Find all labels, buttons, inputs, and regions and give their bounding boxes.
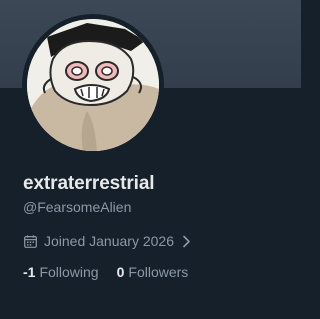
following-link[interactable]: -1 Following — [23, 264, 99, 280]
joined-date-row[interactable]: Joined January 2026 — [23, 231, 191, 251]
followers-label: Followers — [128, 264, 189, 280]
followers-count: 0 — [116, 264, 125, 280]
avatar[interactable] — [27, 19, 159, 151]
joined-date-text: Joined January 2026 — [44, 233, 174, 249]
following-count: -1 — [23, 264, 36, 280]
avatar-image — [27, 19, 159, 151]
followers-link[interactable]: 0 Followers — [117, 264, 189, 280]
profile-header: extraterrestrial @FearsomeAlien Joined J… — [0, 0, 301, 319]
user-handle: @FearsomeAlien — [23, 199, 132, 215]
following-label: Following — [39, 264, 99, 280]
display-name: extraterrestrial — [23, 173, 155, 194]
chevron-right-icon — [182, 235, 191, 248]
follow-stats: -1 Following 0 Followers — [23, 264, 188, 280]
calendar-icon — [23, 234, 38, 249]
